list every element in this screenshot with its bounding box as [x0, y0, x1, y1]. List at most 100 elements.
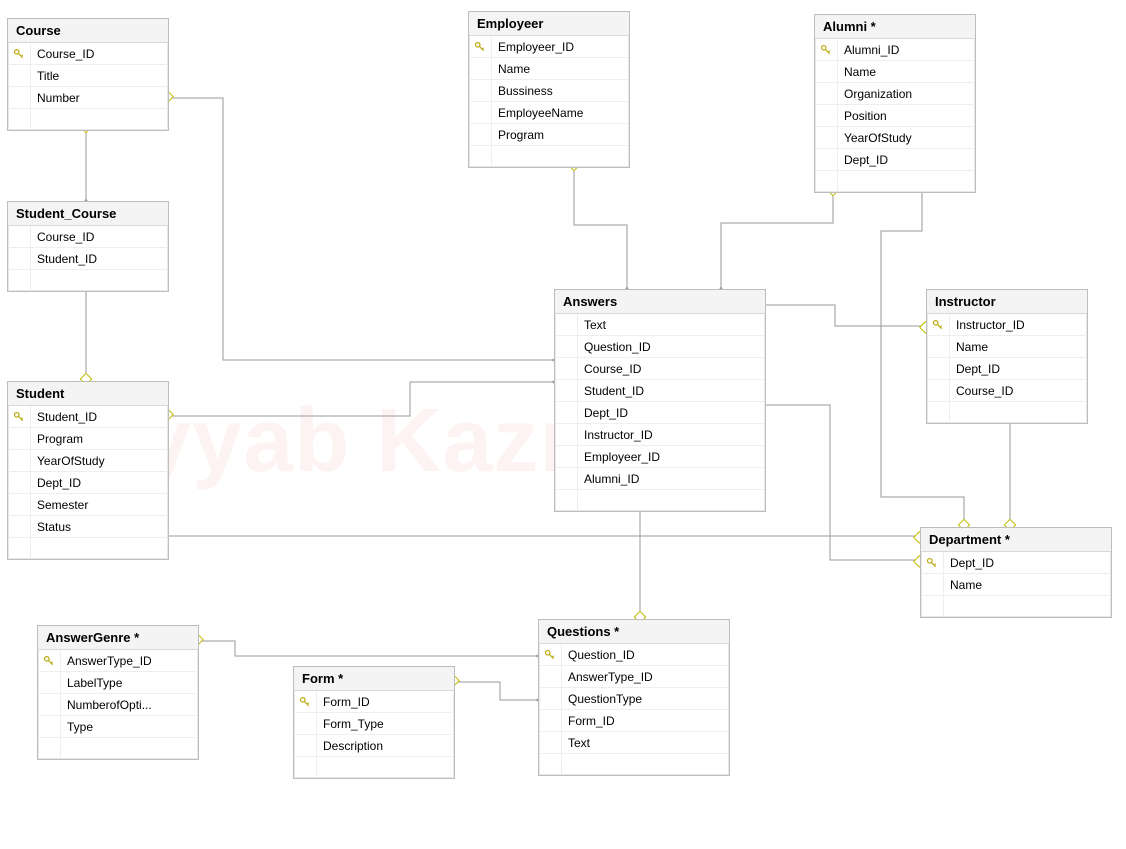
field-name: Bussiness — [492, 84, 629, 98]
rel-answers-to-instructor — [749, 300, 941, 333]
key-col-empty — [921, 596, 944, 617]
entity-header[interactable]: Employeer — [469, 12, 629, 36]
field-name: Dept_ID — [31, 476, 168, 490]
field-name: Dept_ID — [578, 406, 765, 420]
blank-row — [815, 171, 975, 192]
entity-header[interactable]: Student — [8, 382, 168, 406]
field-row[interactable]: Name — [927, 336, 1087, 358]
field-row[interactable]: Dept_ID — [927, 358, 1087, 380]
field-row[interactable]: Name — [921, 574, 1111, 596]
rel-questions-to-form — [438, 675, 553, 705]
key-col-empty — [38, 694, 61, 715]
field-row[interactable]: Title — [8, 65, 168, 87]
field-row[interactable]: Type — [38, 716, 198, 738]
field-row[interactable]: Dept_ID — [555, 402, 765, 424]
key-col-empty — [927, 358, 950, 379]
field-row[interactable]: Alumni_ID — [555, 468, 765, 490]
field-row[interactable]: Name — [815, 61, 975, 83]
field-row[interactable]: Description — [294, 735, 454, 757]
field-row[interactable]: Student_ID — [555, 380, 765, 402]
field-name: LabelType — [61, 676, 198, 690]
entity-instructor[interactable]: Instructor Instructor_ID NameDept_IDCourse… — [926, 289, 1088, 424]
entity-student_course[interactable]: Student_CourseCourse_IDStudent_ID — [7, 201, 169, 292]
field-row[interactable]: Text — [539, 732, 729, 754]
field-row[interactable]: NumberofOpti... — [38, 694, 198, 716]
entity-header[interactable]: AnswerGenre * — [38, 626, 198, 650]
field-row[interactable]: Course_ID — [8, 226, 168, 248]
field-row[interactable]: Semester — [8, 494, 168, 516]
field-row[interactable]: Dept_ID — [8, 472, 168, 494]
field-row[interactable]: Question_ID — [539, 644, 729, 666]
field-name: NumberofOpti... — [61, 698, 198, 712]
entity-course[interactable]: CourseCourse_IDTitleNumber — [7, 18, 169, 131]
field-row[interactable]: YearOfStudy — [815, 127, 975, 149]
field-row[interactable]: Dept_ID — [921, 552, 1111, 574]
field-row[interactable]: Student_ID — [8, 248, 168, 270]
field-row[interactable]: Name — [469, 58, 629, 80]
field-row[interactable]: Course_ID — [8, 43, 168, 65]
field-row[interactable]: Bussiness — [469, 80, 629, 102]
entity-header[interactable]: Department * — [921, 528, 1111, 552]
key-col-empty — [927, 402, 950, 423]
key-col-empty — [8, 248, 31, 269]
field-row[interactable]: Form_ID — [294, 691, 454, 713]
field-row[interactable]: QuestionType — [539, 688, 729, 710]
entity-header[interactable]: Instructor — [927, 290, 1087, 314]
field-row[interactable]: LabelType — [38, 672, 198, 694]
field-row[interactable]: Number — [8, 87, 168, 109]
entity-header[interactable]: Answers — [555, 290, 765, 314]
key-col-empty — [555, 490, 578, 511]
blank-row — [927, 402, 1087, 423]
entity-header[interactable]: Course — [8, 19, 168, 43]
field-row[interactable]: Employeer_ID — [469, 36, 629, 58]
entity-questions[interactable]: Questions *Question_IDAnswerType_IDQuest… — [538, 619, 730, 776]
field-row[interactable]: Course_ID — [927, 380, 1087, 402]
entity-alumni[interactable]: Alumni * Alumni_ID NameOrganizationPositio… — [814, 14, 976, 193]
key-col-empty — [469, 124, 492, 145]
entity-answergenre[interactable]: AnswerGenre *AnswerType_ID LabelType Numbe… — [37, 625, 199, 760]
key-col-empty — [38, 738, 61, 759]
field-name: Employeer_ID — [492, 40, 629, 54]
field-name: Alumni_ID — [838, 43, 975, 57]
field-row[interactable]: AnswerType_ID — [539, 666, 729, 688]
field-row[interactable]: Student_ID — [8, 406, 168, 428]
key-col-empty — [8, 450, 31, 471]
field-row[interactable]: YearOfStudy — [8, 450, 168, 472]
field-name: Employeer_ID — [578, 450, 765, 464]
entity-header[interactable]: Student_Course — [8, 202, 168, 226]
field-row[interactable]: Instructor_ID — [927, 314, 1087, 336]
field-row[interactable]: Instructor_ID — [555, 424, 765, 446]
entity-student[interactable]: StudentStudent_IDProgramYearOfStudy Dept_… — [7, 381, 169, 560]
field-row[interactable]: Position — [815, 105, 975, 127]
entity-answers[interactable]: AnswersTextQuestion_IDCourse_IDStudent_I… — [554, 289, 766, 512]
entity-department[interactable]: Department *Dept_IDName — [920, 527, 1112, 618]
entity-header[interactable]: Alumni * — [815, 15, 975, 39]
field-name: Form_ID — [562, 714, 729, 728]
field-row[interactable]: Dept_ID — [815, 149, 975, 171]
field-name: Instructor_ID — [950, 318, 1087, 332]
field-name: Dept_ID — [838, 153, 975, 167]
field-row[interactable]: Form_Type — [294, 713, 454, 735]
primary-key-icon — [921, 552, 944, 573]
field-row[interactable]: Alumni_ID — [815, 39, 975, 61]
key-col-empty — [555, 336, 578, 357]
field-row[interactable]: EmployeeName — [469, 102, 629, 124]
field-row[interactable]: Employeer_ID — [555, 446, 765, 468]
field-row[interactable]: Program — [469, 124, 629, 146]
entity-employeer[interactable]: Employeer Employeer_ID Name Bussiness Employ… — [468, 11, 630, 168]
key-col-empty — [815, 83, 838, 104]
field-row[interactable]: Organization — [815, 83, 975, 105]
field-row[interactable]: AnswerType_ID — [38, 650, 198, 672]
entity-header[interactable]: Form * — [294, 667, 454, 691]
field-row[interactable]: Course_ID — [555, 358, 765, 380]
primary-key-icon — [38, 650, 61, 671]
entity-form[interactable]: Form *Form_IDForm_TypeDescription — [293, 666, 455, 779]
entity-header[interactable]: Questions * — [539, 620, 729, 644]
key-col-empty — [8, 270, 31, 291]
key-col-empty — [555, 314, 578, 335]
field-row[interactable]: Question_ID — [555, 336, 765, 358]
field-row[interactable]: Program — [8, 428, 168, 450]
field-row[interactable]: Text — [555, 314, 765, 336]
field-row[interactable]: Status — [8, 516, 168, 538]
field-row[interactable]: Form_ID — [539, 710, 729, 732]
